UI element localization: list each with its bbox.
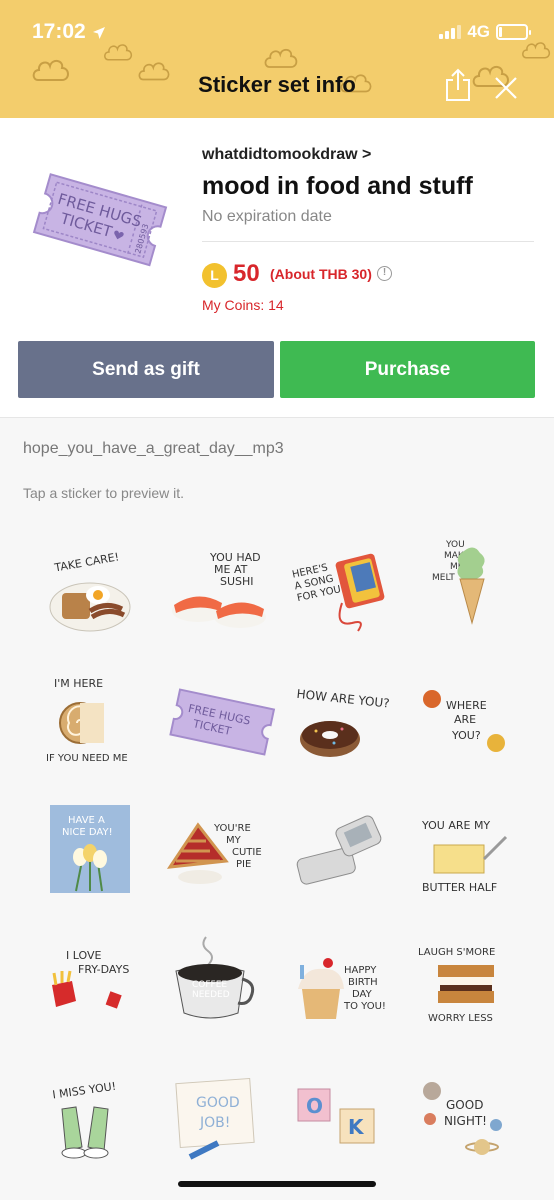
divider xyxy=(202,241,534,242)
svg-text:TO YOU!: TO YOU! xyxy=(343,1001,386,1012)
svg-text:JOB!: JOB! xyxy=(199,1115,230,1131)
svg-text:MY: MY xyxy=(226,835,242,846)
svg-text:K: K xyxy=(348,1115,365,1139)
svg-text:GOOD: GOOD xyxy=(196,1095,240,1111)
sticker-flip-phone[interactable] xyxy=(286,795,406,915)
svg-text:NIGHT!: NIGHT! xyxy=(444,1114,487,1128)
price-approx: (About THB 30) xyxy=(270,266,372,282)
home-indicator xyxy=(178,1181,376,1187)
svg-text:O: O xyxy=(306,1094,323,1118)
svg-text:CUTIE: CUTIE xyxy=(232,847,262,858)
line-coin-icon: L xyxy=(202,263,227,288)
svg-text:I LOVE: I LOVE xyxy=(66,949,101,962)
svg-text:YOU?: YOU? xyxy=(451,729,481,742)
sticker-ok-blocks[interactable]: O K xyxy=(286,1059,406,1179)
svg-text:YOU: YOU xyxy=(445,540,465,550)
author-link[interactable]: whatdidtomookdraw > xyxy=(202,146,371,164)
sticker-how-are-you[interactable]: HOW ARE YOU? xyxy=(286,663,406,783)
svg-text:HAPPY: HAPPY xyxy=(344,965,377,976)
svg-text:BUTTER HALF: BUTTER HALF xyxy=(422,881,497,894)
svg-text:TAKE CARE!: TAKE CARE! xyxy=(53,550,121,574)
sticker-cutie-pie[interactable]: YOU'RE MY CUTIE PIE xyxy=(162,795,282,915)
svg-text:ARE: ARE xyxy=(454,713,476,726)
status-time: 17:02 xyxy=(32,20,86,43)
signal-icon xyxy=(439,25,462,39)
my-coins-balance: My Coins: 14 xyxy=(202,297,284,313)
svg-text:MELT: MELT xyxy=(432,573,455,583)
sticker-where-are-you[interactable]: WHERE ARE YOU? xyxy=(412,663,532,783)
svg-text:LAUGH S'MORE: LAUGH S'MORE xyxy=(418,947,495,958)
svg-text:WHERE: WHERE xyxy=(446,699,487,712)
sticker-take-care[interactable]: TAKE CARE! xyxy=(32,531,152,651)
sticker-coffee-needed[interactable]: COFFEE NEEDED xyxy=(162,927,282,1047)
svg-text:IF YOU NEED ME: IF YOU NEED ME xyxy=(46,753,128,764)
network-label: 4G xyxy=(467,22,490,41)
svg-text:BIRTH: BIRTH xyxy=(348,977,378,988)
purchase-button[interactable]: Purchase xyxy=(280,341,535,398)
sticker-have-a-nice-day[interactable]: HAVE A NICE DAY! xyxy=(32,795,152,915)
svg-text:PIE: PIE xyxy=(236,859,251,870)
status-indicators: 4G xyxy=(439,22,531,42)
svg-text:COFFEE: COFFEE xyxy=(192,980,227,990)
sticker-list: hope_you_have_a_great_day__mp3 Tap a sti… xyxy=(0,419,554,1200)
svg-text:HOW ARE YOU?: HOW ARE YOU? xyxy=(296,687,390,711)
sticker-happy-birthday[interactable]: HAPPY BIRTH DAY TO YOU! xyxy=(286,927,406,1047)
popcorn-doodle-icon xyxy=(264,49,298,68)
svg-text:YOU'RE: YOU'RE xyxy=(213,823,251,834)
sticker-free-hugs-ticket[interactable]: FREE HUGS TICKET xyxy=(162,663,282,783)
sticker-sushi[interactable]: YOU HAD ME AT SUSHI xyxy=(162,531,282,651)
location-arrow-icon xyxy=(93,27,105,39)
sticker-fry-days[interactable]: I LOVE FRY-DAYS xyxy=(32,927,152,1047)
sticker-miss-you[interactable]: I MISS YOU! xyxy=(32,1059,152,1179)
svg-text:WORRY LESS: WORRY LESS xyxy=(428,1013,493,1024)
svg-text:FRY-DAYS: FRY-DAYS xyxy=(78,963,129,976)
battery-icon xyxy=(496,24,531,40)
sticker-butter-half[interactable]: YOU ARE MY BUTTER HALF xyxy=(412,795,532,915)
header-bar: 17:02 4G Sticker set info xyxy=(0,0,554,118)
preview-hint: Tap a sticker to preview it. xyxy=(23,485,185,501)
sticker-set-thumbnail: FREE HUGS TICKET 280593 xyxy=(32,173,168,267)
close-icon[interactable] xyxy=(494,76,518,100)
sticker-here-is-a-song[interactable]: HERE'S A SONG FOR YOU xyxy=(286,531,406,651)
svg-text:GOOD: GOOD xyxy=(446,1098,483,1112)
svg-text:DAY: DAY xyxy=(352,989,373,1000)
sticker-im-here[interactable]: I'M HERE IF YOU NEED ME xyxy=(32,663,152,783)
expiration-text: No expiration date xyxy=(202,208,332,225)
svg-text:I MISS YOU!: I MISS YOU! xyxy=(52,1080,117,1102)
share-icon[interactable] xyxy=(444,68,472,102)
svg-text:HAVE A: HAVE A xyxy=(68,815,105,826)
svg-text:YOU ARE MY: YOU ARE MY xyxy=(421,819,490,832)
svg-text:NEEDED: NEEDED xyxy=(192,990,230,1000)
svg-text:I'M HERE: I'M HERE xyxy=(54,677,103,690)
sticker-info-screen: 17:02 4G Sticker set info FREE HUGS TICK… xyxy=(0,0,554,1200)
send-as-gift-button[interactable]: Send as gift xyxy=(18,341,274,398)
svg-text:NICE DAY!: NICE DAY! xyxy=(62,827,113,838)
info-icon[interactable]: ! xyxy=(377,266,392,281)
series-name: hope_you_have_a_great_day__mp3 xyxy=(23,440,284,457)
popcorn-doodle-icon xyxy=(104,44,133,61)
sticker-make-me-melt[interactable]: YOU MAKE ME MELT xyxy=(412,531,532,651)
sticker-good-night[interactable]: GOOD NIGHT! xyxy=(412,1059,532,1179)
sticker-laugh-smore[interactable]: LAUGH S'MORE WORRY LESS xyxy=(412,927,532,1047)
sticker-set-title: mood in food and stuff xyxy=(202,172,473,200)
price-value: 50 xyxy=(233,260,260,287)
sticker-good-job[interactable]: GOOD JOB! xyxy=(162,1059,282,1179)
svg-text:SUSHI: SUSHI xyxy=(220,575,254,588)
sticker-set-info: FREE HUGS TICKET 280593 whatdidtomookdra… xyxy=(0,118,554,418)
